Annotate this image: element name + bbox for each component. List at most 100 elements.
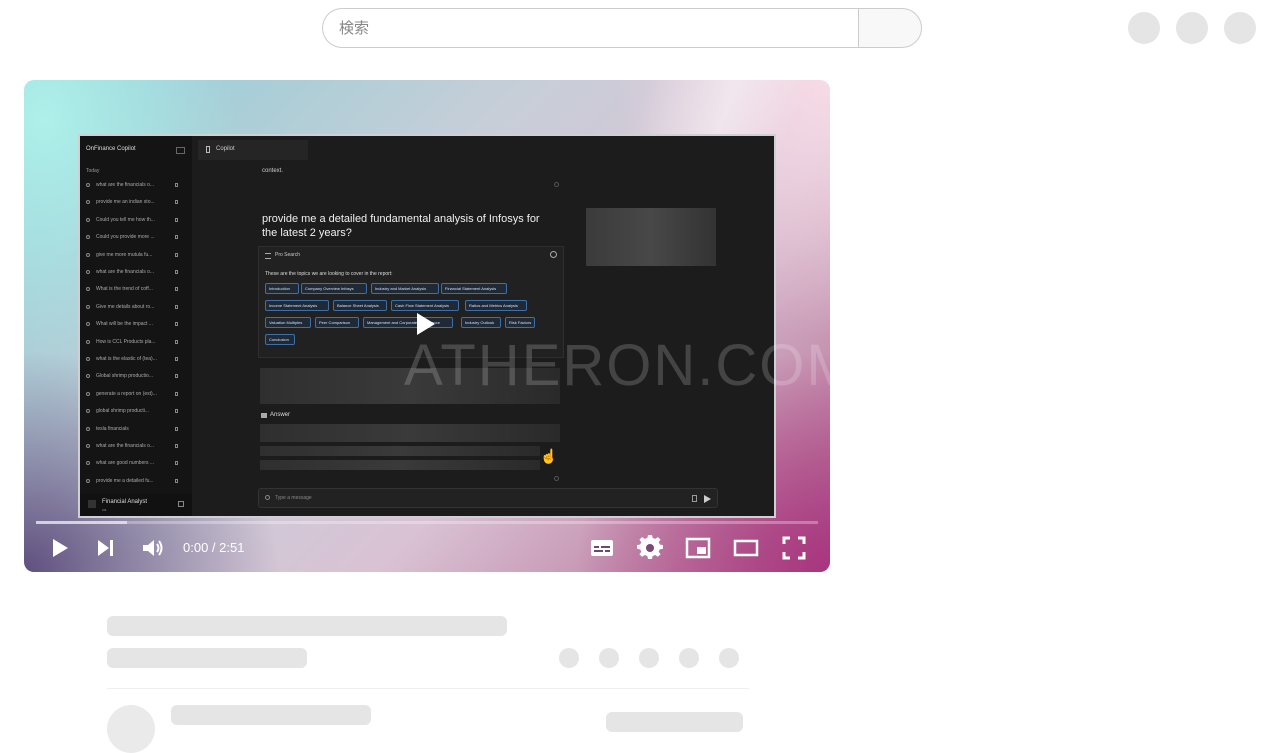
frame-history-text: give me more mutula fu... [96, 251, 153, 258]
channel-placeholder [107, 648, 307, 668]
subscribe-placeholder [606, 712, 743, 732]
frame-history-item: what is the elastic of (tea)... [86, 354, 186, 366]
frame-topic-chip: Conclusion [265, 334, 295, 345]
frame-history-text: global shrimp producti... [96, 408, 150, 415]
blurred-side-panel [586, 208, 716, 266]
chat-bubble-icon [86, 409, 90, 414]
frame-topic-chip: Balance Sheet Analysis [333, 300, 387, 311]
chat-bubble-icon [86, 287, 90, 292]
frame-history-text: Give me details about ro... [96, 303, 155, 310]
header-icon-placeholder[interactable] [1128, 12, 1160, 44]
time-display: 0:00 / 2:51 [183, 540, 245, 555]
next-button[interactable] [94, 535, 118, 561]
frame-answer-label: Answer [270, 412, 291, 418]
settings-gear-button[interactable] [637, 535, 663, 561]
frame-question: provide me a detailed fundamental analys… [262, 213, 540, 239]
chat-bubble-icon [86, 339, 90, 344]
progress-bar[interactable] [36, 521, 818, 524]
chat-bubble-icon [86, 217, 90, 222]
frame-message-input: Type a message [258, 488, 718, 508]
frame-history-item: What will be the impact ... [86, 319, 186, 331]
delete-icon [175, 252, 178, 257]
loading-icon [554, 476, 559, 481]
logout-icon [178, 501, 184, 507]
frame-history-text: what are the financials o... [96, 443, 155, 449]
frame-history-text: what are the financials o... [96, 182, 155, 188]
frame-history-text: Could you provide more ... [96, 234, 155, 241]
theater-mode-button[interactable] [733, 535, 759, 561]
frame-topic-chip: Peer Comparison [315, 317, 359, 328]
frame-topic-chip: Industry and Market Analysis [371, 283, 439, 294]
delete-icon [175, 287, 178, 292]
action-placeholder [679, 648, 699, 668]
search-input[interactable] [322, 8, 859, 48]
action-placeholder [719, 648, 739, 668]
chat-bubble-icon [86, 304, 90, 309]
play-icon[interactable] [417, 313, 435, 335]
frame-history-item: Global shrimp productio... [86, 371, 186, 383]
frame-history-text: What is the trend of coff... [96, 286, 153, 293]
divider [107, 688, 749, 689]
frame-topic-chip: Ratios and Metrics Analysis [465, 300, 527, 311]
delete-icon [175, 461, 178, 466]
new-chat-icon [176, 147, 185, 154]
frame-history-item: give me more mutula fu... [86, 250, 186, 262]
delete-icon [175, 217, 178, 222]
frame-history-item: Could you tell me how th... [86, 215, 186, 227]
frame-user-name: Financial Analyst [102, 499, 148, 505]
volume-button[interactable] [140, 535, 166, 561]
frame-topic-chip: Financial Statement Analysis [441, 283, 507, 294]
frame-topic-chip: Valuation Multiples [265, 317, 311, 328]
chat-bubble-icon [86, 374, 90, 379]
video-player[interactable]: OnFinance Copilot Today what are the fin… [24, 80, 830, 572]
frame-history-text: provide me an indian sto... [96, 199, 155, 206]
delete-icon [175, 339, 178, 344]
frame-history-item: generate a report on (est)... [86, 389, 186, 401]
blurred-content [260, 446, 540, 456]
title-placeholder [107, 616, 507, 636]
chat-bubble-icon [86, 357, 90, 361]
frame-history-item: Could you provide more ... [86, 232, 186, 244]
delete-icon [175, 322, 178, 327]
progress-loaded [36, 521, 128, 524]
frame-history-text: what are the financials o... [96, 269, 155, 275]
subtitles-button[interactable] [589, 535, 615, 561]
frame-topic-chip: Income Statement Analysis [265, 300, 329, 311]
attach-icon [692, 495, 697, 502]
chat-bubble-icon [86, 426, 90, 431]
header-icon-placeholder[interactable] [1176, 12, 1208, 44]
frame-history-text: what are good numbers ... [96, 460, 155, 467]
frame-topic-chip: Risk Factors [505, 317, 535, 328]
frame-pro-search-label: Pro Search [275, 252, 301, 258]
blurred-content [260, 424, 560, 442]
frame-history-item: what are the financials o... [86, 267, 186, 279]
hand-cursor-icon: ☝ [540, 448, 558, 464]
chat-bubble-icon [86, 444, 90, 448]
frame-history-item: provide me an indian sto... [86, 197, 186, 209]
fullscreen-button[interactable] [781, 535, 807, 561]
status-circle-icon [550, 251, 557, 258]
frame-history-item: what are the financials o... [86, 180, 186, 192]
frame-history-item: Give me details about ro... [86, 302, 186, 314]
frame-tab: Copilot [198, 140, 308, 160]
frame-context-text: context. [262, 168, 284, 174]
chat-bubble-icon [86, 235, 90, 240]
delete-icon [175, 478, 178, 483]
delete-icon [175, 409, 178, 414]
chat-bubble-icon [86, 183, 90, 187]
search-bar [322, 8, 922, 48]
delete-icon [175, 426, 178, 431]
frame-history-text: tesla financials [96, 425, 129, 432]
frame-topic-chip: Cash Flow Statement Analysis [391, 300, 459, 311]
miniplayer-button[interactable] [685, 535, 711, 561]
frame-topic-chip: Industry Outlook [461, 317, 501, 328]
chat-bubble-icon [86, 478, 90, 483]
chat-bubble-icon [86, 200, 90, 205]
list-icon [265, 253, 271, 259]
action-placeholder [559, 648, 579, 668]
delete-icon [175, 391, 178, 396]
search-button[interactable] [858, 8, 922, 48]
avatar[interactable] [1224, 12, 1256, 44]
play-button[interactable] [48, 535, 72, 561]
frame-sidebar: OnFinance Copilot Today what are the fin… [80, 136, 192, 516]
